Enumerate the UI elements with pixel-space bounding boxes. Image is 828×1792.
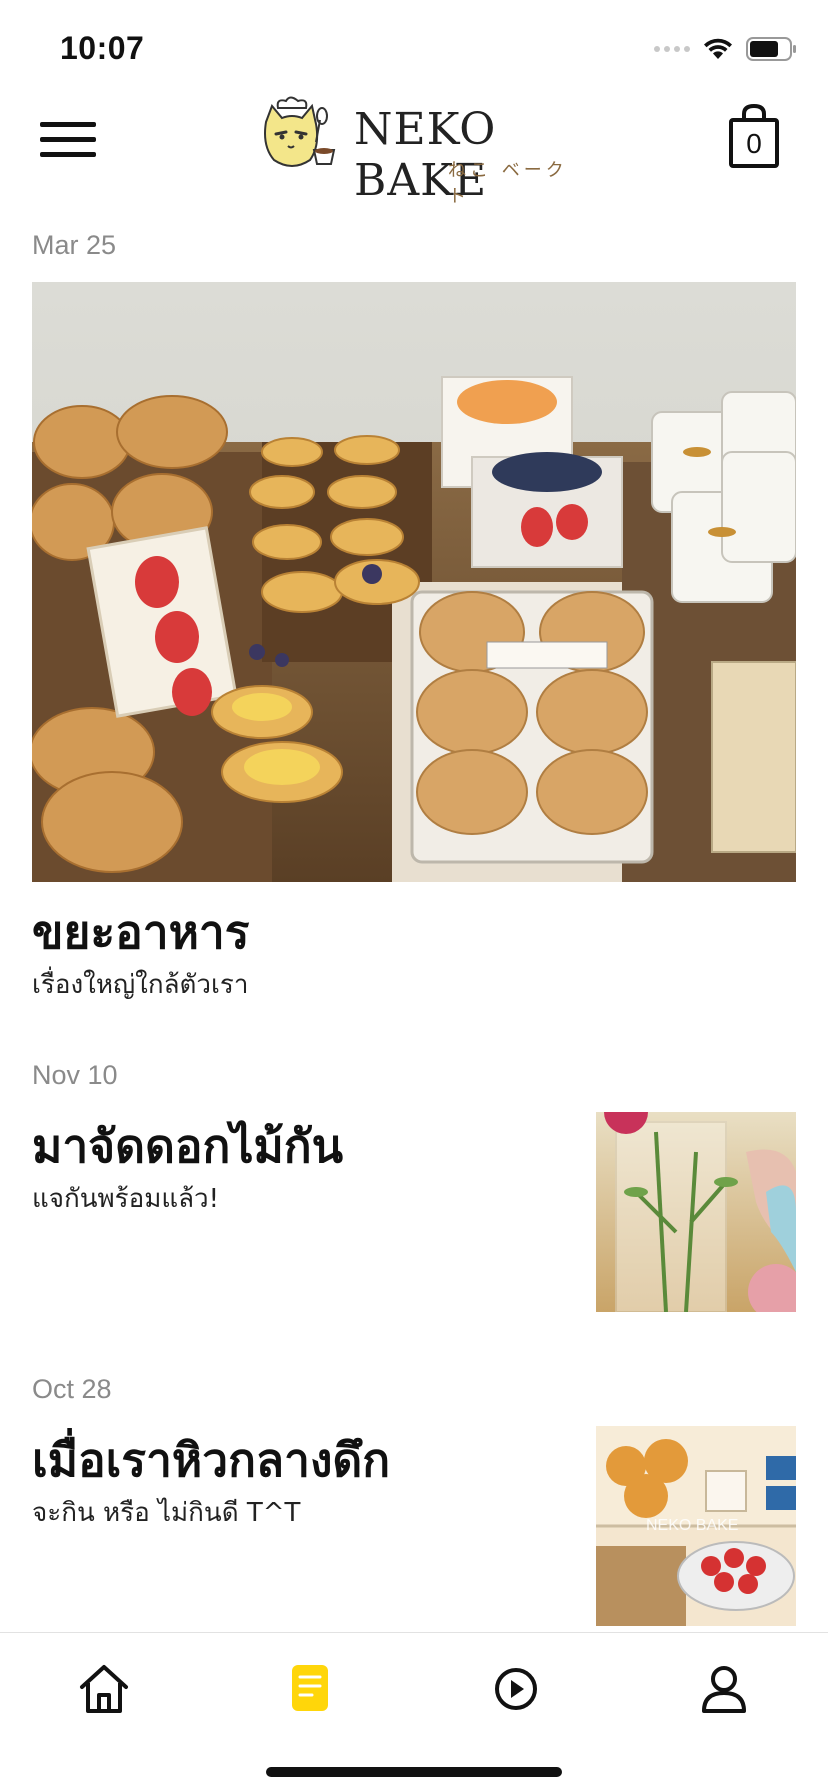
cat-chef-logo-icon — [264, 96, 336, 167]
post-title[interactable]: ขยะอาหาร — [32, 896, 249, 969]
post-subtitle: จะกิน หรือ ไม่กินดี T^T — [32, 1498, 301, 1528]
brand-logo[interactable]: NEKO BAKE ねこ ベークト — [258, 96, 578, 207]
post-hero-image[interactable] — [32, 282, 796, 882]
status-bar: 10:07 — [0, 0, 828, 90]
thumbnail-watermark: NEKO BAKE — [646, 1517, 738, 1534]
post-thumbnail-flowers[interactable] — [596, 1112, 796, 1312]
posts-feed[interactable]: Mar 25 ขยะอาหาร เรื่องใหญ่ใกล้ตัวเรา Nov… — [0, 200, 828, 1632]
profile-icon[interactable] — [694, 1659, 754, 1719]
shopping-bag-icon[interactable]: 0 — [728, 103, 780, 168]
post-date: Mar 25 — [32, 230, 117, 260]
posts-icon[interactable] — [280, 1659, 340, 1719]
post-subtitle: เรื่องใหญ่ใกล้ตัวเรา — [32, 970, 249, 1000]
post-title[interactable]: มาจัดดอกไม้กัน — [32, 1110, 343, 1183]
hamburger-icon[interactable] — [40, 118, 96, 162]
app-header: NEKO BAKE ねこ ベークト 0 — [0, 90, 828, 207]
cellular-signal-icon — [654, 46, 690, 52]
post-date: Oct 28 — [32, 1374, 112, 1404]
post-thumbnail-fridge[interactable]: NEKO BAKE — [596, 1426, 796, 1626]
battery-icon — [746, 36, 798, 62]
home-indicator[interactable] — [266, 1767, 562, 1777]
play-icon[interactable] — [486, 1659, 546, 1719]
post-subtitle: แจกันพร้อมแล้ว! — [32, 1184, 220, 1214]
wifi-icon — [702, 37, 734, 61]
home-icon[interactable] — [74, 1659, 134, 1719]
status-icons — [654, 36, 798, 62]
post-title[interactable]: เมื่อเราหิวกลางดึก — [32, 1424, 390, 1497]
status-time: 10:07 — [60, 30, 145, 66]
bottom-tab-bar — [0, 1632, 828, 1792]
cart-count-badge: 0 — [746, 128, 762, 159]
post-date: Nov 10 — [32, 1060, 118, 1090]
